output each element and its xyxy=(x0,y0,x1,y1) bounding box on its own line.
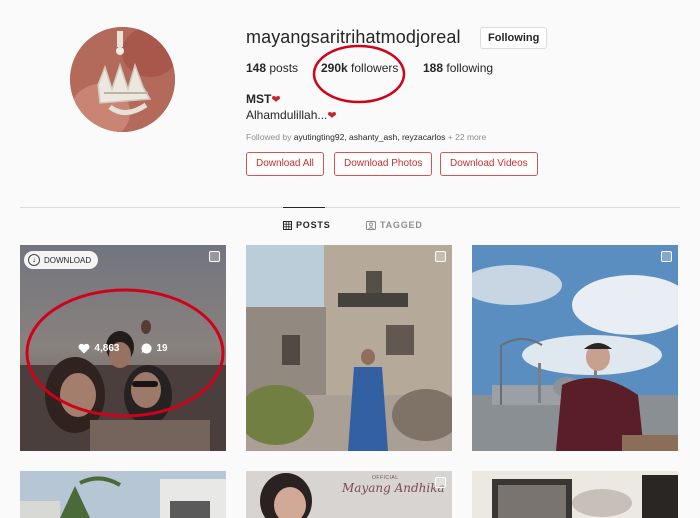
full-name-text: MST xyxy=(246,92,272,106)
tab-posts-label: POSTS xyxy=(296,220,331,230)
post-image xyxy=(472,245,678,451)
grid-icon xyxy=(283,220,292,230)
profile-username: mayangsaritrihatmodjoreal xyxy=(246,27,461,47)
likes-count: 4,863 xyxy=(94,343,120,354)
download-icon: ↓ xyxy=(28,254,40,266)
posts-label: posts xyxy=(269,61,299,75)
following-count: 188 xyxy=(423,61,444,75)
followers-count: 290k xyxy=(321,61,348,75)
comments-stat: 19 xyxy=(141,343,168,354)
following-label: following xyxy=(446,61,494,75)
profile-full-name: MST❤ xyxy=(246,92,281,106)
select-checkbox[interactable] xyxy=(661,251,672,262)
post-thumbnail[interactable] xyxy=(472,471,678,518)
active-tab-indicator xyxy=(283,207,325,208)
post-image xyxy=(472,471,678,518)
post-thumbnail[interactable] xyxy=(20,471,226,518)
post-thumbnail[interactable]: OFFICIAL Mayang Andhika xyxy=(246,471,452,518)
post-thumbnail[interactable] xyxy=(246,245,452,451)
post-thumbnail[interactable]: ↓ DOWNLOAD 4,863 19 xyxy=(20,245,226,451)
broken-heart-icon: ❤ xyxy=(327,110,337,122)
broken-heart-icon: ❤ xyxy=(271,94,281,106)
followed-by-prefix: Followed by xyxy=(246,132,292,142)
following-stat[interactable]: 188 following xyxy=(423,61,493,75)
likes-stat: 4,863 xyxy=(78,343,119,354)
select-checkbox[interactable] xyxy=(435,477,446,488)
following-button[interactable]: Following xyxy=(480,27,548,49)
download-videos-button[interactable]: Download Videos xyxy=(440,152,538,176)
followed-by-line[interactable]: Followed by ayutingting92, ashanty_ash, … xyxy=(246,132,486,142)
post-image xyxy=(246,245,452,451)
posts-count: 148 xyxy=(246,61,267,75)
tab-posts[interactable]: POSTS xyxy=(283,220,331,230)
followers-stat[interactable]: 290k followers xyxy=(321,61,398,75)
followed-by-more[interactable]: + 22 more xyxy=(448,132,487,142)
post-thumbnail[interactable] xyxy=(472,245,678,451)
tagged-icon xyxy=(366,220,376,230)
tab-tagged-label: TAGGED xyxy=(380,220,423,230)
tabs-divider xyxy=(20,207,680,208)
signature-label: Mayang Andhika xyxy=(342,481,445,495)
download-badge-label: DOWNLOAD xyxy=(44,255,92,265)
followed-by-users[interactable]: ayutingting92, ashanty_ash, reyzacarlos xyxy=(294,132,446,142)
select-checkbox[interactable] xyxy=(209,251,220,262)
post-hover-stats: 4,863 19 xyxy=(20,343,226,354)
download-all-button[interactable]: Download All xyxy=(246,152,324,176)
download-badge[interactable]: ↓ DOWNLOAD xyxy=(24,251,99,269)
followers-label: followers xyxy=(351,61,399,75)
download-photos-button[interactable]: Download Photos xyxy=(334,152,433,176)
heart-icon xyxy=(78,343,90,354)
profile-bio: Alhamdulillah...❤ xyxy=(246,108,337,122)
tab-tagged[interactable]: TAGGED xyxy=(366,220,423,230)
bio-text: Alhamdulillah... xyxy=(246,108,328,122)
post-image xyxy=(20,471,226,518)
comments-count: 19 xyxy=(156,343,168,354)
posts-stat: 148 posts xyxy=(246,61,298,75)
comment-icon xyxy=(141,343,153,354)
profile-avatar[interactable] xyxy=(70,27,175,132)
select-checkbox[interactable] xyxy=(435,251,446,262)
